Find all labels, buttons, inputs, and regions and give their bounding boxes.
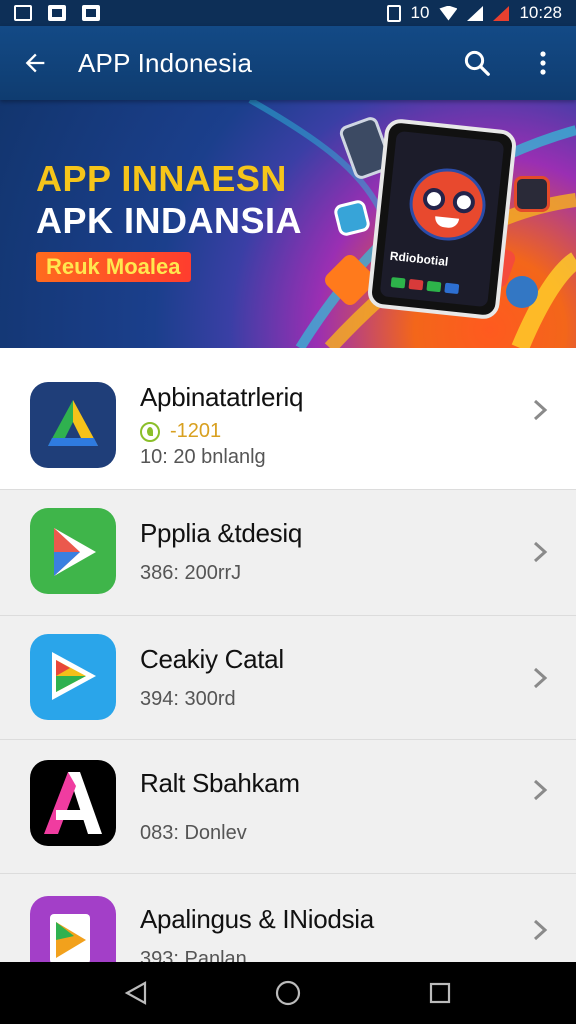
phone-illustration: Rdiobotial [366, 117, 518, 321]
battery-level: 10 [410, 3, 430, 22]
rating-icon [140, 421, 160, 442]
banner-headline: APP INNAESN [36, 158, 287, 199]
status-bar: 10 10:28 [0, 0, 576, 26]
wifi-icon [439, 5, 458, 21]
chevron-right-icon [533, 399, 548, 421]
phone-caption: Rdiobotial [389, 248, 449, 269]
notification-icons [14, 5, 100, 21]
more-vert-icon [540, 51, 546, 75]
phone-screen: Rdiobotial [379, 130, 505, 308]
search-button[interactable] [444, 26, 510, 100]
chevron-right-icon [533, 667, 548, 689]
app-1-rating: -1201 [140, 420, 221, 443]
signal-low-icon [493, 5, 510, 21]
system-indicators: 10 10:28 [386, 3, 562, 23]
app-3-meta: 394: 300rd [140, 688, 236, 710]
nav-home-button[interactable] [258, 962, 318, 1024]
app-3-icon [30, 634, 116, 720]
recents-square-icon [429, 982, 451, 1004]
more-options-button[interactable] [510, 26, 576, 100]
app-bar: APP Indonesia [0, 26, 576, 100]
app-1-name: Apbinatatrleriq [140, 382, 304, 412]
system-nav-bar [0, 962, 576, 1024]
app-2-icon [30, 508, 116, 594]
banner-subheadline: APK INDANSIA [36, 200, 303, 241]
chevron-right-icon [533, 919, 548, 941]
back-arrow-icon [25, 53, 45, 73]
nav-recents-button[interactable] [410, 962, 470, 1024]
chevron-right-icon [533, 541, 548, 563]
list-item-app-2[interactable]: Ppplia &tdesiq 386: 200rrJ [0, 490, 576, 616]
list-item-app-4[interactable]: Ralt Sbahkam 083: Donlev [0, 740, 576, 874]
list-item-app-1[interactable]: Apbinatatrleriq -1201 10: 20 bnlanlg [0, 348, 576, 490]
app-1-meta: 10: 20 bnlanlg [140, 446, 266, 468]
app-2-name: Ppplia &tdesiq [140, 518, 303, 548]
list-item-app-3[interactable]: Ceakiy Catal 394: 300rd [0, 616, 576, 740]
search-icon [464, 50, 490, 76]
mail-icon [82, 5, 100, 21]
back-button[interactable] [0, 26, 70, 100]
gallery-icon [14, 5, 32, 21]
app-1-rating-value: -1201 [170, 420, 222, 442]
battery-icon [386, 4, 401, 22]
nav-back-button[interactable] [106, 962, 166, 1024]
app-4-name: Ralt Sbahkam [140, 768, 300, 798]
app-4-icon [30, 760, 116, 846]
chevron-right-icon [533, 779, 548, 801]
app-3-name: Ceakiy Catal [140, 644, 284, 674]
signal-icon [467, 5, 484, 21]
app-5-name: Apalingus & INiodsia [140, 904, 374, 934]
mascot-mouth [434, 216, 460, 229]
mascot-eye-left [421, 186, 447, 212]
clock: 10:28 [519, 3, 562, 22]
floating-gallery-icon [514, 176, 550, 212]
app-4-meta: 083: Donlev [140, 822, 247, 844]
promo-banner[interactable]: APP INNAESN APK INDANSIA Reuk Moalea Rdi… [0, 100, 576, 348]
page-title: APP Indonesia [78, 47, 253, 78]
back-triangle-icon [124, 981, 147, 1005]
floating-target-icon [506, 276, 538, 308]
list-item-app-5[interactable]: Apalingus & INiodsia 393: Panlan [0, 874, 576, 982]
app-1-icon [30, 382, 116, 468]
banner-tag: Reuk Moalea [36, 252, 191, 282]
phone-buttons [390, 277, 460, 295]
mascot-eye-right [451, 190, 476, 215]
home-circle-icon [275, 980, 301, 1006]
app-2-meta: 386: 200rrJ [140, 562, 242, 584]
square-icon [48, 5, 66, 21]
mascot-illustration [405, 164, 490, 245]
app-list: Apbinatatrleriq -1201 10: 20 bnlanlg Ppp… [0, 348, 576, 982]
